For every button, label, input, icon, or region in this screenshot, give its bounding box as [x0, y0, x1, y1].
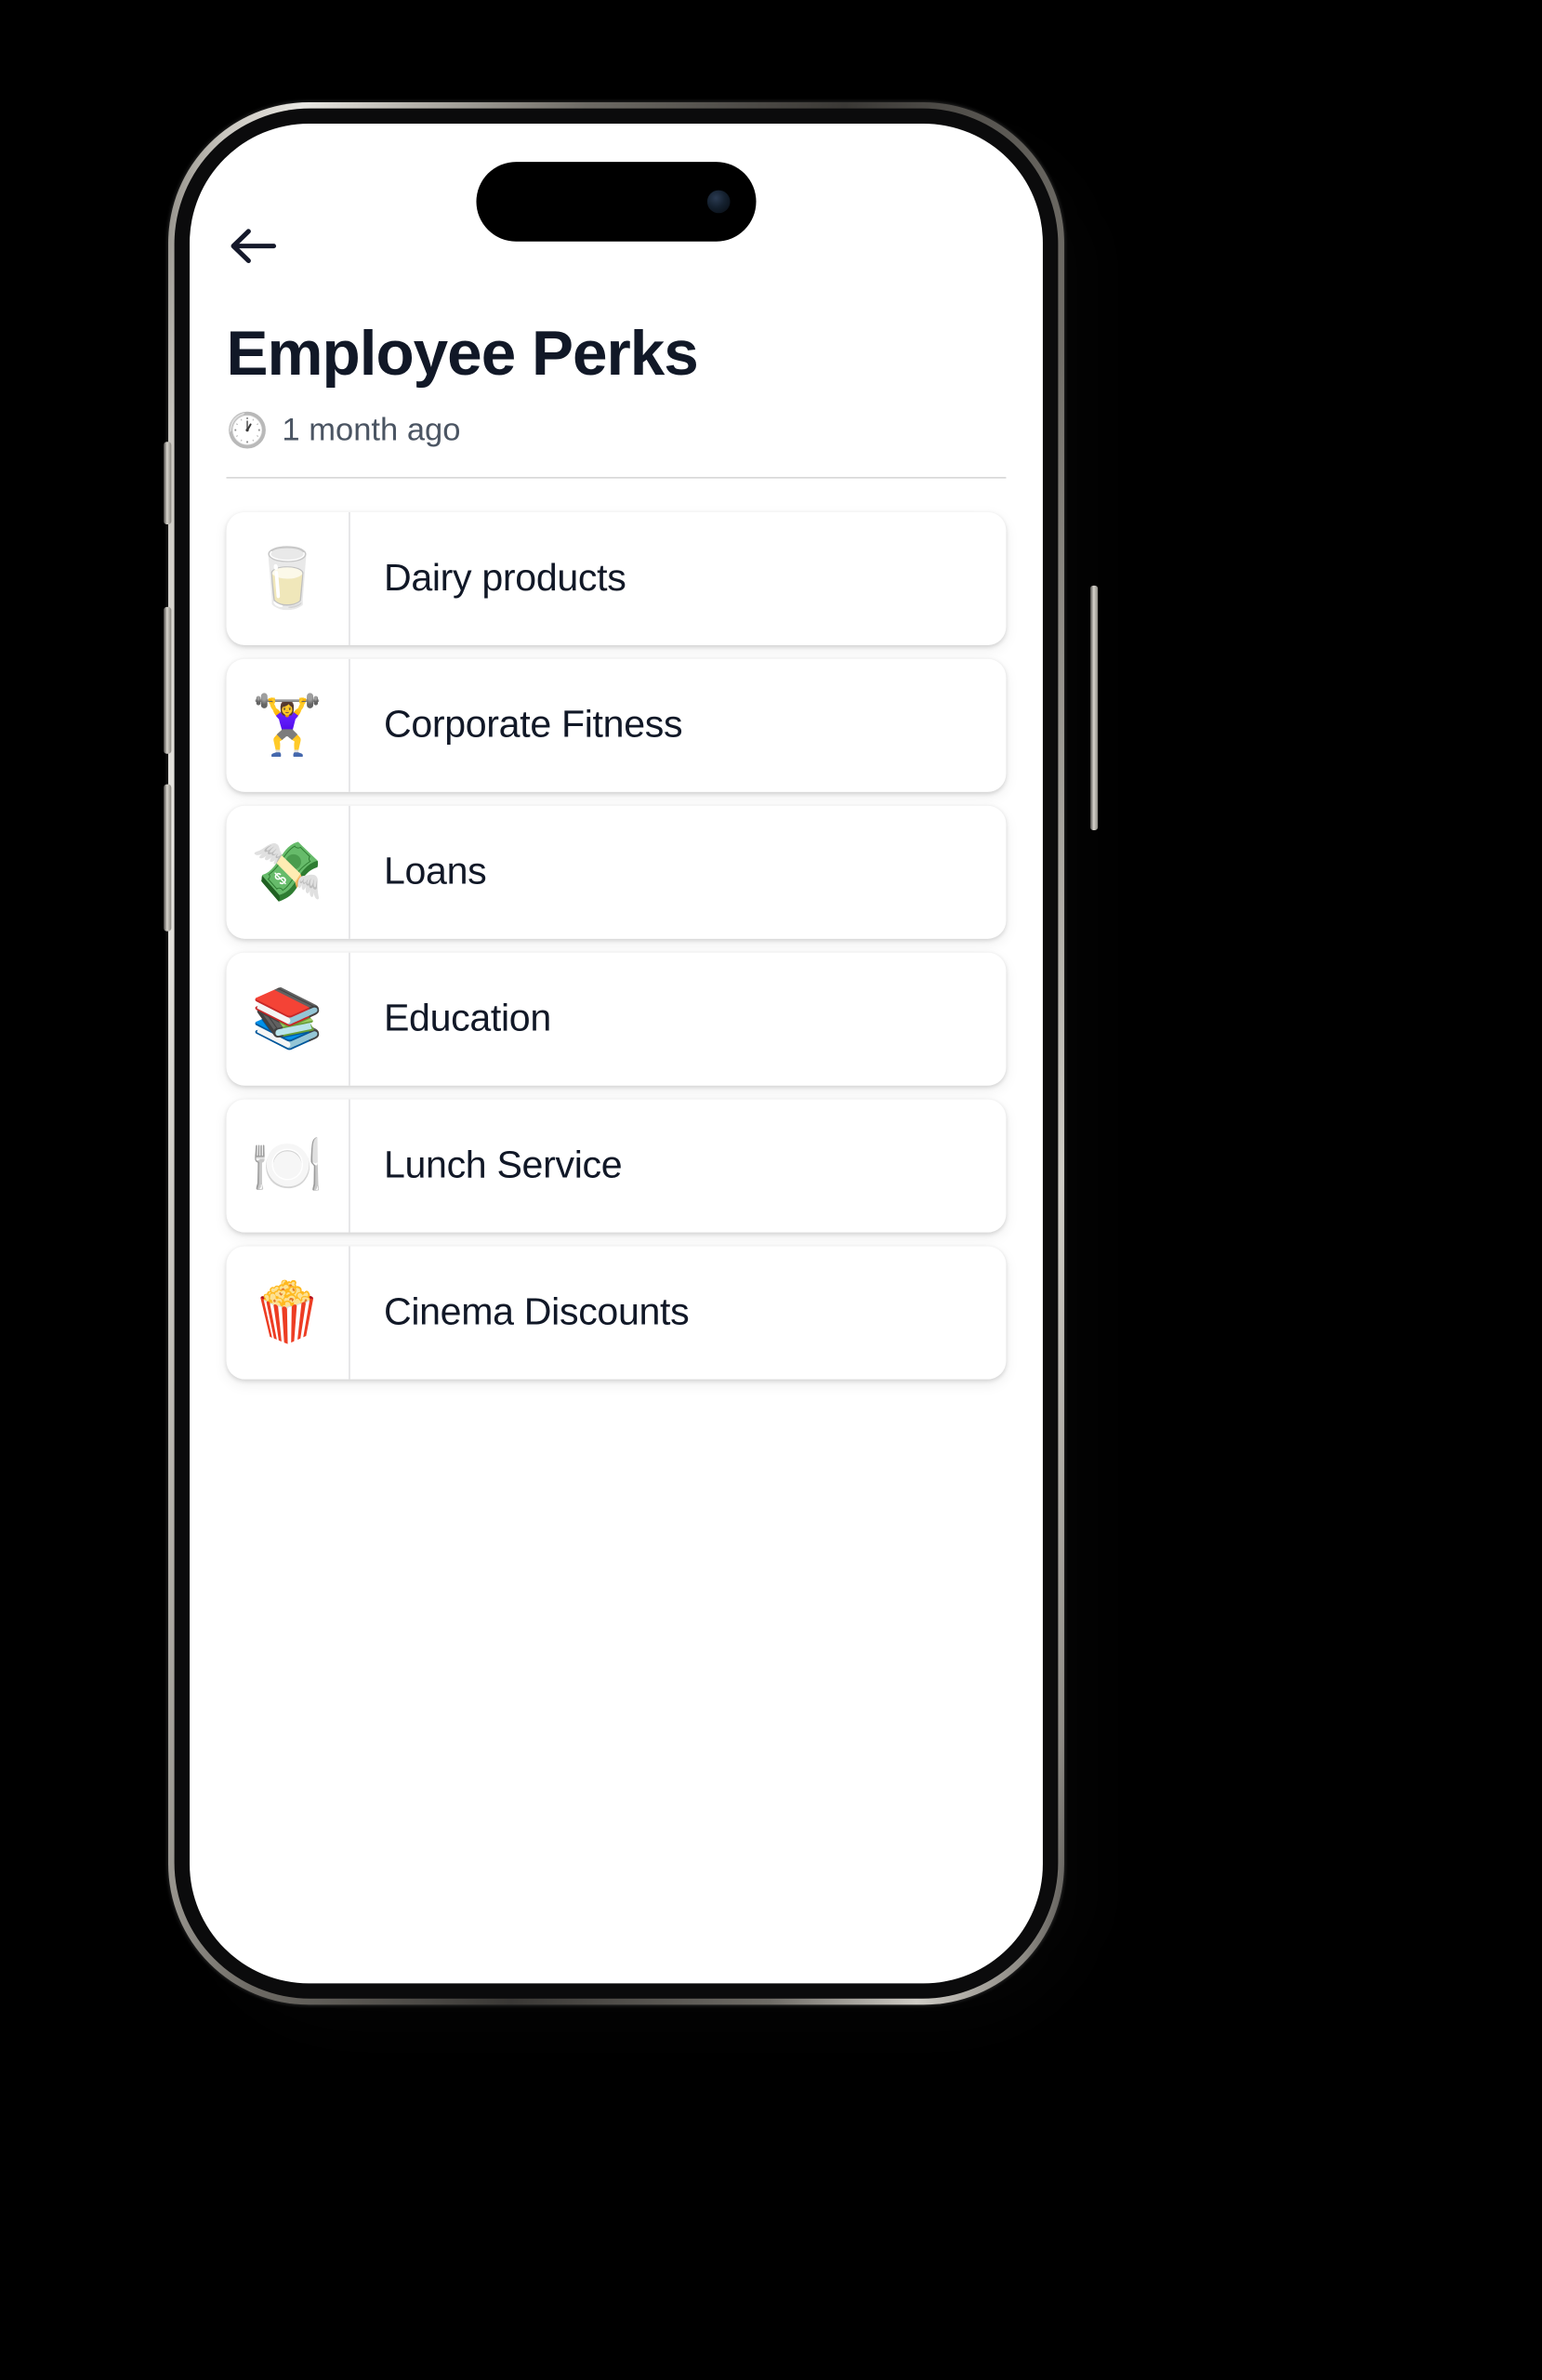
money-with-wings-icon: 💸 [251, 840, 324, 905]
perk-label-cell: Lunch Service [350, 1100, 1007, 1233]
perk-label: Corporate Fitness [383, 703, 683, 747]
volume-up-button[interactable] [164, 606, 172, 754]
perk-list: 🥛 Dairy products 🏋️‍♀️ Corporate Fitness 💸 Lo… [226, 512, 1007, 1380]
dynamic-island [476, 162, 757, 242]
timestamp-label: 1 month ago [282, 413, 461, 448]
perk-icon-cell: 💸 [227, 805, 350, 939]
perk-label: Dairy products [383, 556, 626, 600]
glass-of-milk-icon: 🥛 [251, 547, 324, 612]
perk-label: Lunch Service [383, 1144, 623, 1187]
books-icon: 📚 [251, 986, 324, 1051]
phone-screen: Employee Perks 🕐 1 month ago 🥛 Dairy prod… [190, 124, 1043, 1984]
weightlifter-icon: 🏋️‍♀️ [251, 693, 324, 759]
phone-mockup: Employee Perks 🕐 1 month ago 🥛 Dairy prod… [164, 102, 1099, 2032]
app-container: Employee Perks 🕐 1 month ago 🥛 Dairy prod… [190, 124, 1043, 1983]
perk-card[interactable]: 🍽️ Lunch Service [226, 1099, 1007, 1233]
perk-card[interactable]: 🍿 Cinema Discounts [226, 1246, 1007, 1380]
header-divider [226, 477, 1007, 479]
arrow-left-icon [227, 223, 279, 269]
back-button[interactable] [227, 212, 294, 279]
popcorn-icon: 🍿 [251, 1280, 324, 1345]
perk-label-cell: Cinema Discounts [350, 1247, 1007, 1380]
perk-icon-cell: 🍽️ [227, 1099, 350, 1233]
clock-icon: 🕐 [226, 411, 269, 450]
perk-label-cell: Dairy products [350, 512, 1007, 645]
perk-label: Education [383, 997, 551, 1040]
perk-icon-cell: 🏋️‍♀️ [227, 658, 350, 793]
volume-down-button[interactable] [164, 784, 172, 932]
perk-label-cell: Education [350, 953, 1007, 1086]
perk-label: Loans [383, 850, 487, 893]
perk-card[interactable]: 💸 Loans [226, 805, 1007, 939]
front-camera-dot [706, 190, 731, 214]
perk-icon-cell: 🥛 [227, 512, 350, 646]
perk-label-cell: Loans [350, 806, 1007, 939]
perk-icon-cell: 🍿 [227, 1246, 350, 1380]
page-title: Employee Perks [226, 317, 699, 389]
action-button[interactable] [164, 442, 172, 525]
perk-card[interactable]: 🥛 Dairy products [226, 512, 1007, 646]
power-button[interactable] [1089, 585, 1099, 831]
perk-label: Cinema Discounts [383, 1290, 690, 1334]
perk-card[interactable]: 🏋️‍♀️ Corporate Fitness [226, 658, 1007, 793]
perk-icon-cell: 📚 [227, 952, 350, 1086]
perk-label-cell: Corporate Fitness [350, 659, 1007, 792]
perk-card[interactable]: 📚 Education [226, 952, 1007, 1086]
timestamp-row: 🕐 1 month ago [227, 413, 1007, 477]
fork-knife-plate-icon: 🍽️ [251, 1133, 324, 1198]
